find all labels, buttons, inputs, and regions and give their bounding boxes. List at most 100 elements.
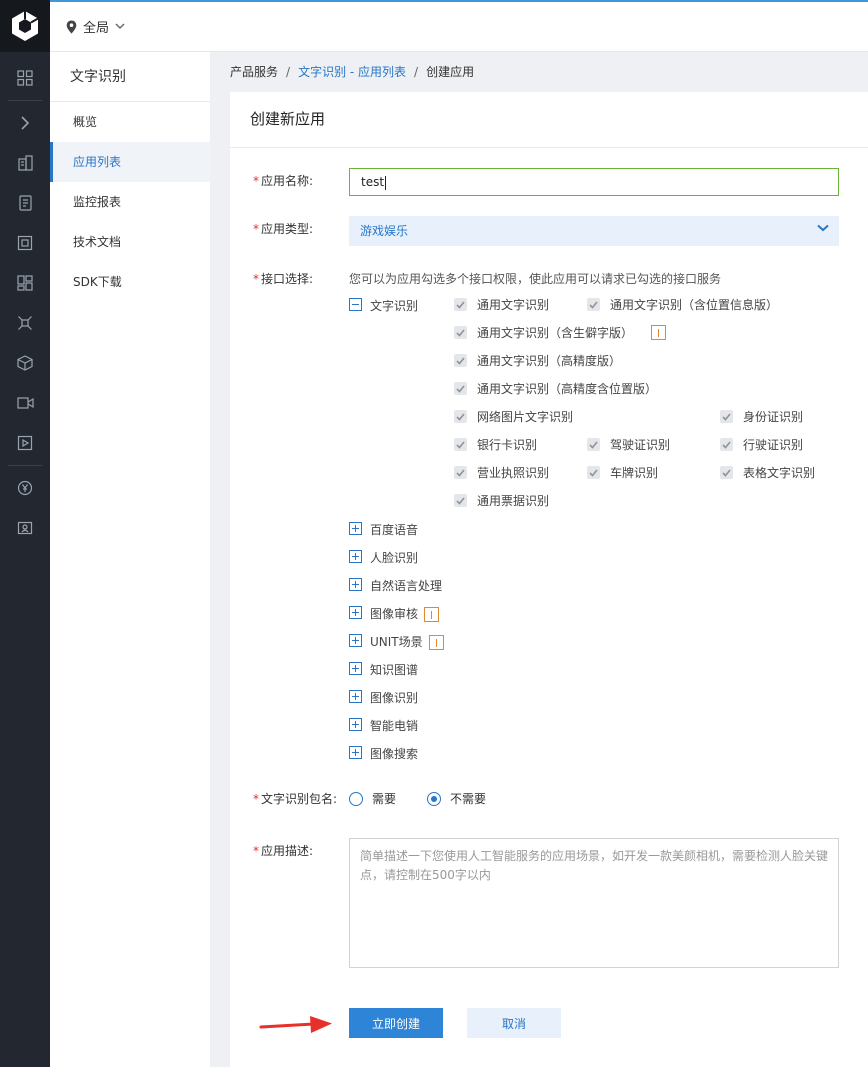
api-checkbox[interactable]: 表格文字识别 (720, 464, 815, 481)
api-checkbox[interactable]: 通用文字识别（含生僻字版） (454, 324, 667, 341)
collapse-toggle-icon[interactable] (349, 298, 362, 311)
breadcrumb-separator: / (286, 65, 291, 79)
expand-toggle-icon[interactable] (349, 578, 362, 591)
app-type-select[interactable]: 游戏娱乐 (349, 216, 839, 246)
page-title: 创建新应用 (230, 92, 868, 148)
app-name-input[interactable]: test (349, 168, 839, 196)
check-icon (454, 494, 467, 507)
group-label: 人脸识别 (370, 551, 419, 565)
check-icon (587, 298, 600, 311)
chip-icon[interactable] (0, 223, 50, 263)
location-pin-icon (66, 20, 77, 33)
group-label: 自然语言处理 (370, 579, 443, 593)
expand-toggle-icon[interactable] (349, 634, 362, 647)
api-checkbox[interactable]: 网络图片文字识别 (454, 408, 573, 425)
sidebar-item-app-list[interactable]: 应用列表 (50, 142, 210, 182)
api-checkbox[interactable]: 通用票据识别 (454, 492, 549, 509)
app-type-value: 游戏娱乐 (360, 224, 409, 238)
api-checkbox[interactable]: 银行卡识别 (454, 436, 537, 453)
global-nav-rail (0, 0, 50, 1067)
api-checkbox[interactable]: 驾驶证识别 (587, 436, 670, 453)
api-checkbox[interactable]: 行驶证识别 (720, 436, 803, 453)
api-checkbox[interactable]: 通用文字识别（含位置信息版） (587, 296, 778, 313)
name-label: * 应用名称: (253, 174, 314, 188)
breadcrumb-root[interactable]: 产品服务 (230, 62, 278, 82)
expand-toggle-icon[interactable] (349, 718, 362, 731)
rail-divider (8, 100, 42, 101)
check-icon (720, 410, 733, 423)
cancel-button[interactable]: 取消 (467, 1008, 561, 1038)
expand-chevron-icon[interactable] (0, 103, 50, 143)
create-now-button[interactable]: 立即创建 (349, 1008, 443, 1038)
logo-icon[interactable] (0, 0, 50, 52)
breadcrumb-link[interactable]: 文字识别 - 应用列表 (298, 62, 406, 82)
radio-circle-icon (349, 791, 363, 806)
check-icon (454, 466, 467, 479)
dashboard-grid-icon[interactable] (0, 58, 50, 98)
radio-selected-icon (427, 791, 441, 806)
building-icon[interactable] (0, 143, 50, 183)
document-icon[interactable] (0, 183, 50, 223)
group-label: 智能电销 (370, 719, 419, 733)
breadcrumb: 产品服务 / 文字识别 - 应用列表 / 创建应用 (230, 62, 474, 82)
check-icon (454, 438, 467, 451)
group-label: 图像识别 (370, 691, 419, 705)
desc-label: * 应用描述: (253, 844, 314, 858)
red-arrow-annotation (259, 1016, 332, 1033)
check-icon (454, 326, 467, 339)
sidebar-item-tech-docs[interactable]: 技术文档 (50, 222, 210, 262)
cube-icon[interactable] (0, 343, 50, 383)
radio-not-need[interactable]: 不需要 (427, 790, 486, 807)
video-camera-icon[interactable] (0, 383, 50, 423)
app-description-textarea[interactable]: 简单描述一下您使用人工智能服务的应用场景，如开发一款美颜相机，需要检测人脸关键点… (349, 838, 839, 968)
play-icon[interactable] (0, 423, 50, 463)
check-icon (587, 438, 600, 451)
group-label: 图像搜索 (370, 747, 419, 761)
warning-icon[interactable] (424, 607, 440, 622)
product-sidebar: 文字识别 概览 应用列表 监控报表 技术文档 SDK下载 (50, 52, 210, 1067)
top-bar: 全局 (50, 0, 868, 52)
billing-yen-icon[interactable] (0, 468, 50, 508)
check-icon (720, 438, 733, 451)
api-checkbox[interactable]: 通用文字识别（高精度含位置版） (454, 380, 657, 397)
check-icon (454, 298, 467, 311)
create-app-card: 创建新应用 * 应用名称: test * 应用类型: 游戏娱乐 * 接口选择: 您可以… (230, 92, 868, 1067)
group-label: 知识图谱 (370, 663, 419, 677)
warning-icon[interactable] (651, 325, 667, 340)
radio-need[interactable]: 需要 (349, 790, 396, 807)
expand-toggle-icon[interactable] (349, 690, 362, 703)
check-icon (720, 466, 733, 479)
product-title: 文字识别 (50, 52, 210, 102)
app-name-value: test (361, 175, 385, 189)
expand-toggle-icon[interactable] (349, 746, 362, 759)
api-label: * 接口选择: (253, 272, 314, 286)
check-icon (587, 466, 600, 479)
breadcrumb-current: 创建应用 (426, 65, 475, 79)
text-cursor (385, 175, 387, 190)
chevron-down-icon (817, 224, 829, 232)
api-checkbox[interactable]: 身份证识别 (720, 408, 803, 425)
api-checkbox[interactable]: 通用文字识别（高精度版） (454, 352, 621, 369)
network-icon[interactable] (0, 303, 50, 343)
check-icon (454, 354, 467, 367)
sidebar-item-overview[interactable]: 概览 (50, 102, 210, 142)
api-hint: 您可以为应用勾选多个接口权限，使此应用可以请求已勾选的接口服务 (349, 272, 722, 286)
sidebar-item-sdk-download[interactable]: SDK下载 (50, 262, 210, 302)
region-selector[interactable]: 全局 (66, 17, 125, 36)
expand-toggle-icon[interactable] (349, 522, 362, 535)
expand-toggle-icon[interactable] (349, 662, 362, 675)
api-checkbox[interactable]: 车牌识别 (587, 464, 658, 481)
type-label: * 应用类型: (253, 222, 314, 236)
region-label: 全局 (83, 21, 110, 36)
expand-toggle-icon[interactable] (349, 550, 362, 563)
account-card-icon[interactable] (0, 508, 50, 548)
group-label: UNIT场景 (370, 633, 444, 650)
api-checkbox[interactable]: 营业执照识别 (454, 464, 549, 481)
warning-icon[interactable] (428, 635, 444, 650)
api-checkbox[interactable]: 通用文字识别 (454, 296, 549, 313)
breadcrumb-separator: / (414, 65, 419, 79)
sidebar-item-monitoring[interactable]: 监控报表 (50, 182, 210, 222)
expand-toggle-icon[interactable] (349, 606, 362, 619)
rail-divider (8, 465, 42, 466)
apps-icon[interactable] (0, 263, 50, 303)
